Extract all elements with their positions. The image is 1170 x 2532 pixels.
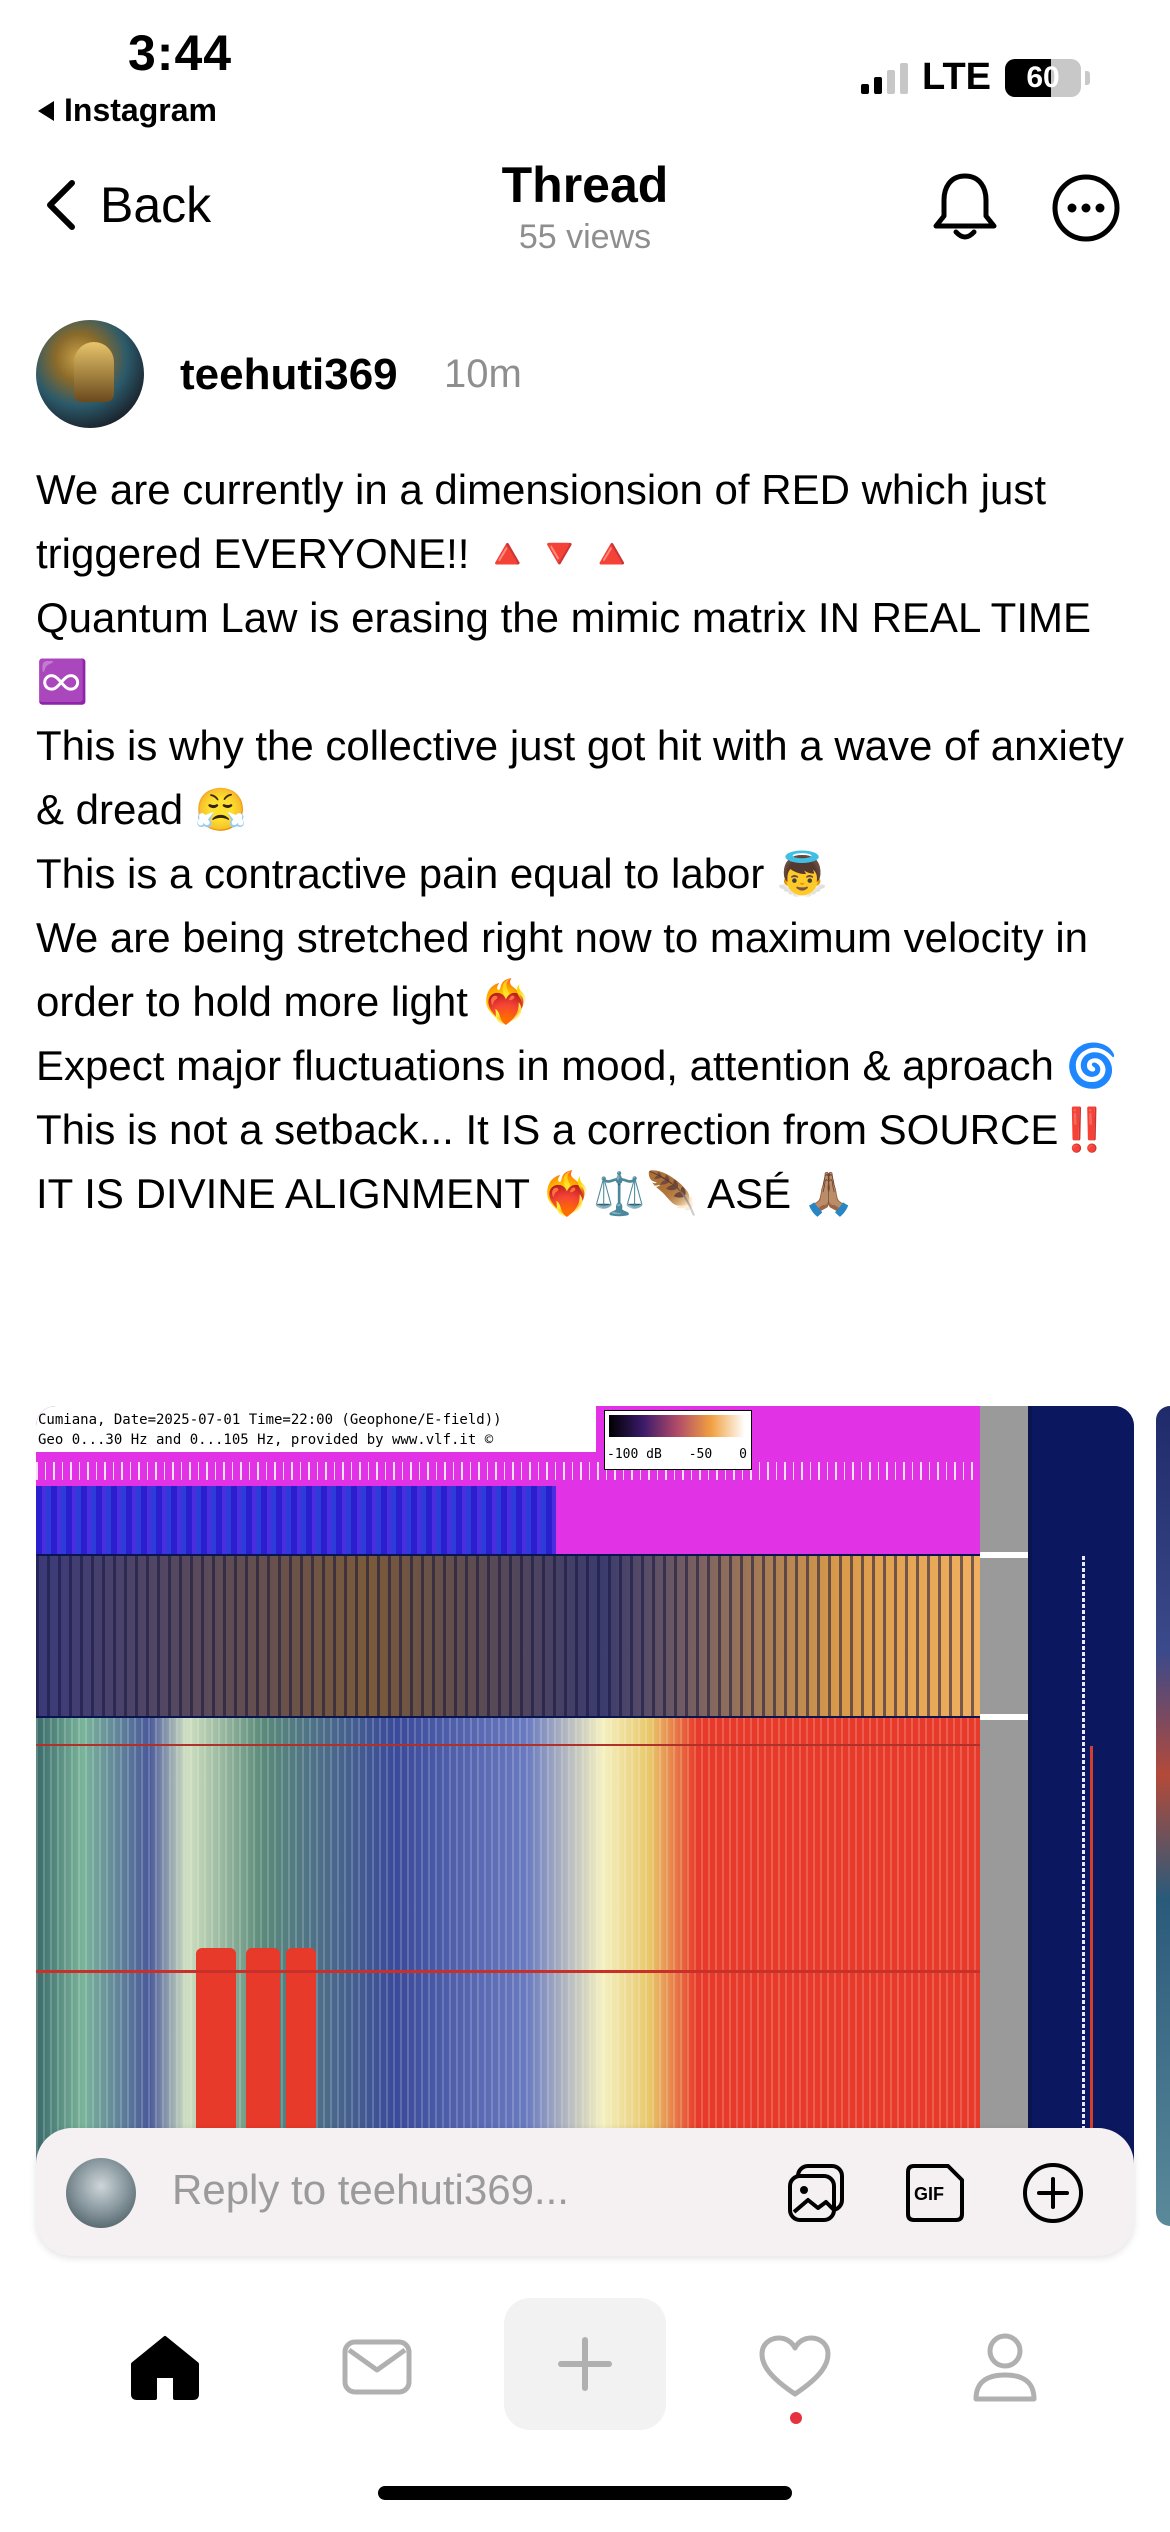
home-indicator[interactable] [378, 2486, 792, 2500]
status-indicators: LTE 60 [861, 56, 1090, 99]
post-line: We are currently in a dimensionsion of R… [36, 466, 1046, 577]
spectrogram-caption: Cumiana, Date=2025-07-01 Time=22:00 (Geo… [36, 1406, 596, 1452]
post-time: 10m [444, 352, 522, 396]
amplitude-panel [1032, 1406, 1134, 2226]
tab-new-post[interactable] [504, 2298, 666, 2430]
reply-bar[interactable]: Reply to teehuti369... GIF [36, 2128, 1134, 2256]
tab-inbox[interactable] [312, 2292, 442, 2442]
post-line: Expect major fluctuations in mood, atten… [36, 1042, 1118, 1089]
post-line: This is why the collective just got hit … [36, 722, 1124, 833]
tab-home[interactable] [100, 2292, 230, 2442]
inbox-icon [342, 2339, 412, 2395]
status-time: 3:44 [128, 25, 233, 81]
plus-icon [558, 2337, 612, 2391]
signal-icon [861, 62, 909, 94]
colorbar-label: 0 [739, 1447, 747, 1462]
colorbar-legend: -100 dB -50 0 [604, 1410, 752, 1470]
bell-icon[interactable] [930, 170, 1000, 244]
post-line: We are being stretched right now to maxi… [36, 914, 1089, 1025]
home-icon [131, 2336, 199, 2400]
colorbar-label: -100 dB [607, 1447, 662, 1462]
post-line: This is a contractive pain equal to labo… [36, 850, 829, 897]
image-icon[interactable] [784, 2160, 850, 2226]
back-app-label: Instagram [64, 92, 217, 128]
reply-avatar [66, 2158, 136, 2228]
author-username[interactable]: teehuti369 [180, 350, 398, 400]
back-to-app-button[interactable]: Instagram [38, 92, 217, 129]
post-line: Quantum Law is erasing the mimic matrix … [36, 594, 1091, 705]
post-image[interactable]: Cumiana, Date=2025-07-01 Time=22:00 (Geo… [36, 1406, 1134, 2226]
frequency-scale [980, 1406, 1028, 2226]
colorbar-label: -50 [688, 1447, 713, 1462]
caption-line: Geo 0...30 Hz and 0...105 Hz, provided b… [38, 1432, 494, 1448]
activity-notification-dot [790, 2412, 802, 2424]
network-label: LTE [922, 56, 991, 98]
back-triangle-icon [38, 100, 54, 121]
caption-line: Cumiana, Date=2025-07-01 Time=22:00 (Geo… [38, 1412, 502, 1428]
tab-profile[interactable] [940, 2292, 1070, 2442]
post-text: We are currently in a dimensionsion of R… [36, 458, 1146, 1226]
more-options-icon[interactable] [1050, 172, 1122, 244]
reply-input[interactable]: Reply to teehuti369... [172, 2166, 569, 2214]
battery-icon: 60 [1005, 58, 1081, 97]
heart-icon [759, 2335, 831, 2397]
battery-tip [1085, 70, 1090, 85]
post-line: IT IS DIVINE ALIGNMENT ❤️‍🔥⚖️🪶 ASÉ 🙏🏽 [36, 1170, 856, 1217]
author-avatar[interactable] [36, 320, 144, 428]
svg-text:GIF: GIF [914, 2184, 944, 2204]
profile-icon [973, 2333, 1037, 2402]
next-image-peek[interactable] [1156, 1406, 1170, 2226]
gif-icon[interactable]: GIF [902, 2160, 968, 2226]
spectrogram-mid-band [36, 1556, 980, 1716]
plus-circle-icon[interactable] [1020, 2160, 1086, 2226]
post-line: This is not a setback... It IS a correct… [36, 1106, 1111, 1153]
battery-percent: 60 [1026, 60, 1060, 94]
